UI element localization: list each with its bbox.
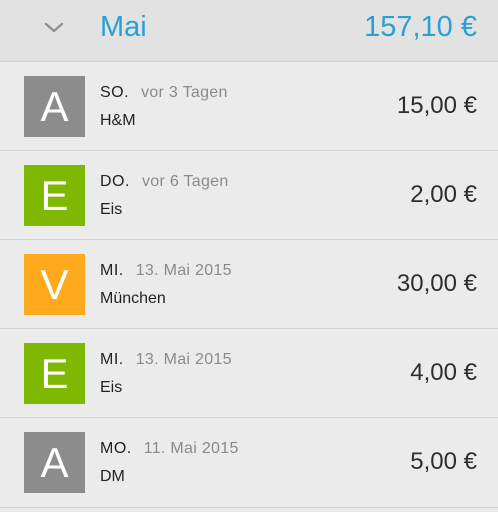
category-avatar: A xyxy=(24,76,85,137)
month-title: Mai xyxy=(100,11,147,43)
entry-amount: 4,00 € xyxy=(410,359,477,386)
category-avatar: V xyxy=(24,254,85,315)
expense-list: A SO. vor 3 Tagen H&M 15,00 € E DO. vor 6 … xyxy=(0,62,498,508)
entry-date: 11. Mai 2015 xyxy=(143,440,239,457)
list-item[interactable]: A MO. 11. Mai 2015 DM 5,00 € xyxy=(0,418,498,508)
list-item[interactable]: V MI. 13. Mai 2015 München 30,00 € xyxy=(0,240,498,329)
entry-date: 13. Mai 2015 xyxy=(135,351,232,368)
entry-day: MI. 13. Mai 2015 xyxy=(100,262,232,280)
entry-description: Eis xyxy=(100,201,123,218)
month-total: 157,10 € xyxy=(364,11,477,43)
entry-date: vor 3 Tagen xyxy=(141,84,228,101)
entry-amount: 30,00 € xyxy=(396,270,477,297)
entry-day: MI. 13. Mai 2015 xyxy=(100,351,232,369)
entry-description: DM xyxy=(100,468,125,485)
list-item[interactable]: E MI. 13. Mai 2015 Eis 4,00 € xyxy=(0,329,498,418)
entry-date: vor 6 Tagen xyxy=(141,173,229,190)
month-header[interactable]: Mai 157,10 € xyxy=(0,0,498,62)
entry-description: München xyxy=(100,290,166,307)
entry-amount: 15,00 € xyxy=(396,92,477,119)
list-item[interactable]: A SO. vor 3 Tagen H&M 15,00 € xyxy=(0,62,498,151)
category-avatar: E xyxy=(24,165,85,226)
list-item[interactable]: E DO. vor 6 Tagen Eis 2,00 € xyxy=(0,151,498,240)
entry-day: MO. 11. Mai 2015 xyxy=(100,440,239,458)
entry-weekday: SO. xyxy=(100,84,130,101)
entry-description: H&M xyxy=(100,112,136,129)
entry-weekday: DO. xyxy=(100,173,130,190)
entry-day: SO. vor 3 Tagen xyxy=(100,84,228,102)
entry-weekday: MI. xyxy=(100,262,124,279)
entry-date: 13. Mai 2015 xyxy=(135,262,232,279)
entry-description: Eis xyxy=(100,379,123,396)
category-avatar: A xyxy=(24,432,85,493)
entry-amount: 2,00 € xyxy=(410,181,477,208)
entry-day: DO. vor 6 Tagen xyxy=(100,173,229,191)
entry-amount: 5,00 € xyxy=(410,448,477,475)
entry-weekday: MO. xyxy=(100,440,132,457)
entry-weekday: MI. xyxy=(100,351,124,368)
category-avatar: E xyxy=(24,343,85,404)
chevron-down-icon[interactable] xyxy=(40,18,68,38)
